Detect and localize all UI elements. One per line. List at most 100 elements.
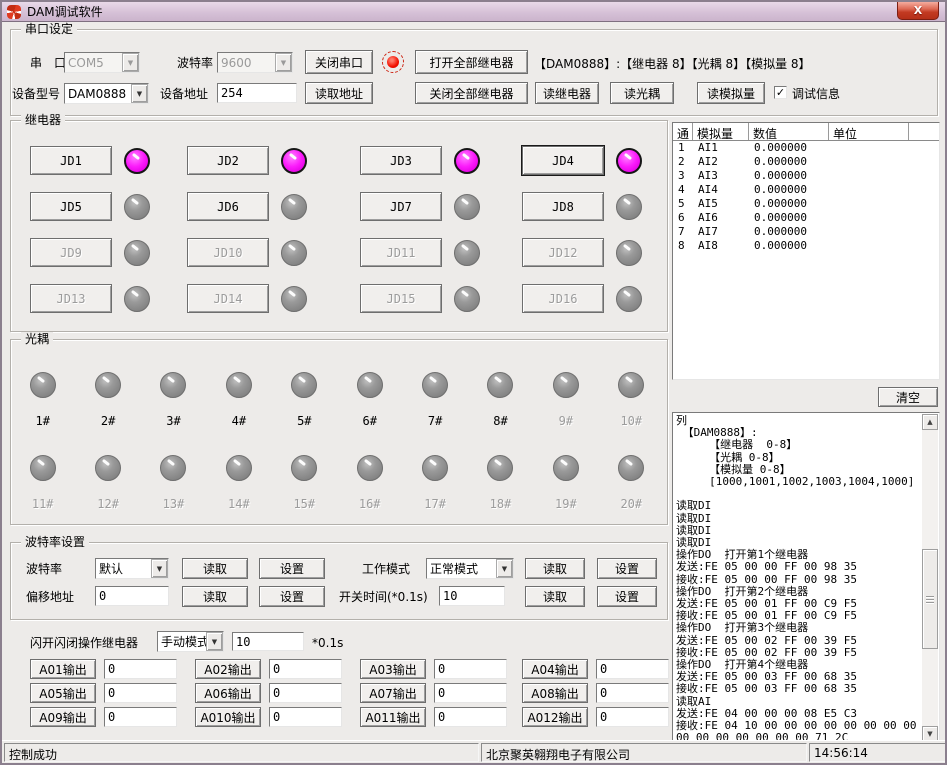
table-row-5[interactable]: 5AI50.000000 <box>673 197 939 211</box>
read-opto-button[interactable]: 读光耦 <box>610 82 674 104</box>
a011-output-button[interactable]: A011输出 <box>360 707 426 727</box>
analog-col-header[interactable] <box>909 123 939 140</box>
work-mode-set-button[interactable]: 设置 <box>597 558 657 579</box>
relay-button-jd13[interactable]: JD13 <box>30 284 112 313</box>
relay-button-jd10[interactable]: JD10 <box>187 238 269 267</box>
switch-time-input[interactable] <box>439 586 505 606</box>
open-all-relays-button[interactable]: 打开全部继电器 <box>415 50 528 74</box>
work-mode-combobox[interactable]: 正常模式 <box>426 558 514 579</box>
analog-col-header[interactable]: 模拟量 <box>693 123 749 140</box>
cell-unit <box>829 211 909 225</box>
relay-button-jd12[interactable]: JD12 <box>522 238 604 267</box>
scroll-up-icon[interactable] <box>922 414 938 430</box>
read-relay-button[interactable]: 读继电器 <box>535 82 599 104</box>
model-combobox[interactable]: DAM0888 <box>64 83 149 104</box>
relay-button-jd4[interactable]: JD4 <box>522 146 604 175</box>
a03-output-input[interactable] <box>434 659 507 679</box>
a08-output-input[interactable] <box>596 683 669 703</box>
a07-output-button[interactable]: A07输出 <box>360 683 426 703</box>
a012-output-button[interactable]: A012输出 <box>522 707 588 727</box>
close-button[interactable]: X <box>897 2 939 20</box>
a011-output-input[interactable] <box>434 707 507 727</box>
close-all-relays-button[interactable]: 关闭全部继电器 <box>415 82 528 104</box>
relay-button-jd6[interactable]: JD6 <box>187 192 269 221</box>
table-row-2[interactable]: 2AI20.000000 <box>673 155 939 169</box>
a04-output-button[interactable]: A04输出 <box>522 659 588 679</box>
read-address-button[interactable]: 读取地址 <box>305 82 373 104</box>
scrollbar-thumb[interactable] <box>922 549 938 649</box>
relay-button-jd3[interactable]: JD3 <box>360 146 442 175</box>
table-row-6[interactable]: 6AI60.000000 <box>673 211 939 225</box>
read-analog-button[interactable]: 读模拟量 <box>697 82 765 104</box>
relay-button-jd15[interactable]: JD15 <box>360 284 442 313</box>
opto-cell: 13# <box>141 455 206 510</box>
analog-col-header[interactable]: 通 <box>673 123 693 140</box>
opto-cell: 12# <box>75 455 140 510</box>
table-row-1[interactable]: 1AI10.000000 <box>673 141 939 155</box>
offset-set-button[interactable]: 设置 <box>259 586 325 607</box>
table-row-3[interactable]: 3AI30.000000 <box>673 169 939 183</box>
opto-cell: 19# <box>533 455 598 510</box>
baud-set-button[interactable]: 设置 <box>259 558 325 579</box>
chevron-down-icon <box>131 84 148 103</box>
table-row-7[interactable]: 7AI70.000000 <box>673 225 939 239</box>
opto-label-18: 18# <box>490 498 512 510</box>
a06-output-input[interactable] <box>269 683 342 703</box>
a09-output-button[interactable]: A09输出 <box>30 707 96 727</box>
a02-output-input[interactable] <box>269 659 342 679</box>
port-combobox[interactable]: COM5 <box>64 52 140 73</box>
output-cell: A05输出 <box>30 683 195 703</box>
a07-output-input[interactable] <box>434 683 507 703</box>
relay-button-jd9[interactable]: JD9 <box>30 238 112 267</box>
table-row-8[interactable]: 8AI80.000000 <box>673 239 939 253</box>
relay-button-jd14[interactable]: JD14 <box>187 284 269 313</box>
a04-output-input[interactable] <box>596 659 669 679</box>
relay-button-jd11[interactable]: JD11 <box>360 238 442 267</box>
relay-button-jd2[interactable]: JD2 <box>187 146 269 175</box>
a06-output-button[interactable]: A06输出 <box>195 683 261 703</box>
table-row-4[interactable]: 4AI40.000000 <box>673 183 939 197</box>
relay-button-jd7[interactable]: JD7 <box>360 192 442 221</box>
opto-label-6: 6# <box>362 415 376 427</box>
switch-time-set-button[interactable]: 设置 <box>597 586 657 607</box>
a02-output-button[interactable]: A02输出 <box>195 659 261 679</box>
chevron-down-icon <box>122 53 139 72</box>
relay-button-jd1[interactable]: JD1 <box>30 146 112 175</box>
analog-col-header[interactable]: 单位 <box>829 123 909 140</box>
opto-led-14 <box>226 455 252 481</box>
debug-info-checkbox[interactable] <box>774 86 787 99</box>
baud-combobox[interactable]: 9600 <box>217 52 293 73</box>
baud-rate-combobox[interactable]: 默认 <box>95 558 169 579</box>
switch-time-read-button[interactable]: 读取 <box>525 586 585 607</box>
log-box[interactable]: 列 【DAM0888】: 【继电器 0-8】 【光耦 0-8】 【模拟量 0-8… <box>672 412 940 744</box>
baud-read-button[interactable]: 读取 <box>182 558 248 579</box>
a03-output-button[interactable]: A03输出 <box>360 659 426 679</box>
a05-output-button[interactable]: A05输出 <box>30 683 96 703</box>
device-address-input[interactable] <box>217 83 297 103</box>
opto-cell: 18# <box>468 455 533 510</box>
close-serial-button[interactable]: 关闭串口 <box>305 50 373 74</box>
clear-button[interactable]: 清空 <box>878 387 938 407</box>
baud-rate-label: 波特率 <box>26 562 62 576</box>
flash-time-input[interactable] <box>232 632 304 651</box>
a01-output-button[interactable]: A01输出 <box>30 659 96 679</box>
relay-button-jd8[interactable]: JD8 <box>522 192 604 221</box>
debug-info-label[interactable]: 调试信息 <box>792 87 840 101</box>
cell-value: 0.000000 <box>749 239 829 253</box>
a08-output-button[interactable]: A08输出 <box>522 683 588 703</box>
a05-output-input[interactable] <box>104 683 177 703</box>
a010-output-input[interactable] <box>269 707 342 727</box>
flash-mode-combobox[interactable]: 手动模式 <box>157 631 224 652</box>
opto-cell: 17# <box>402 455 467 510</box>
cell-unit <box>829 169 909 183</box>
relay-button-jd5[interactable]: JD5 <box>30 192 112 221</box>
offset-read-button[interactable]: 读取 <box>182 586 248 607</box>
analog-col-header[interactable]: 数值 <box>749 123 829 140</box>
relay-button-jd16[interactable]: JD16 <box>522 284 604 313</box>
a010-output-button[interactable]: A010输出 <box>195 707 261 727</box>
work-mode-read-button[interactable]: 读取 <box>525 558 585 579</box>
offset-address-input[interactable] <box>95 586 169 606</box>
a09-output-input[interactable] <box>104 707 177 727</box>
a012-output-input[interactable] <box>596 707 669 727</box>
a01-output-input[interactable] <box>104 659 177 679</box>
